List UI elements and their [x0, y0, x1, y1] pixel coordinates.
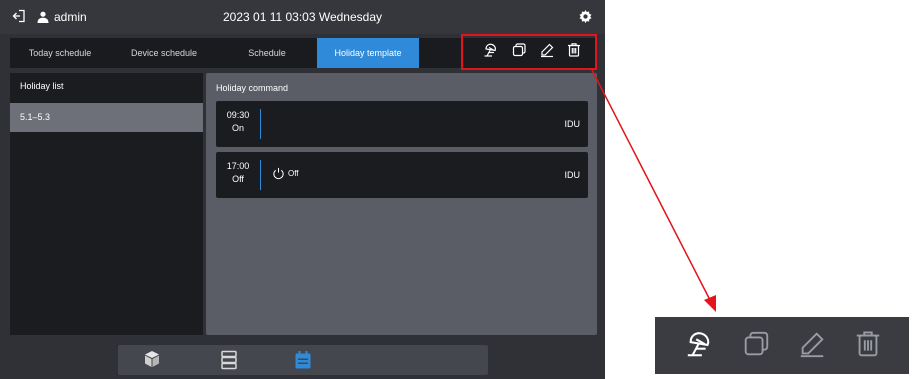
edit-icon[interactable] — [797, 329, 827, 364]
delete-icon[interactable] — [853, 329, 883, 364]
toolbar-zoom-callout — [655, 317, 909, 374]
copy-icon[interactable] — [741, 329, 771, 364]
holiday-icon[interactable] — [685, 329, 715, 364]
